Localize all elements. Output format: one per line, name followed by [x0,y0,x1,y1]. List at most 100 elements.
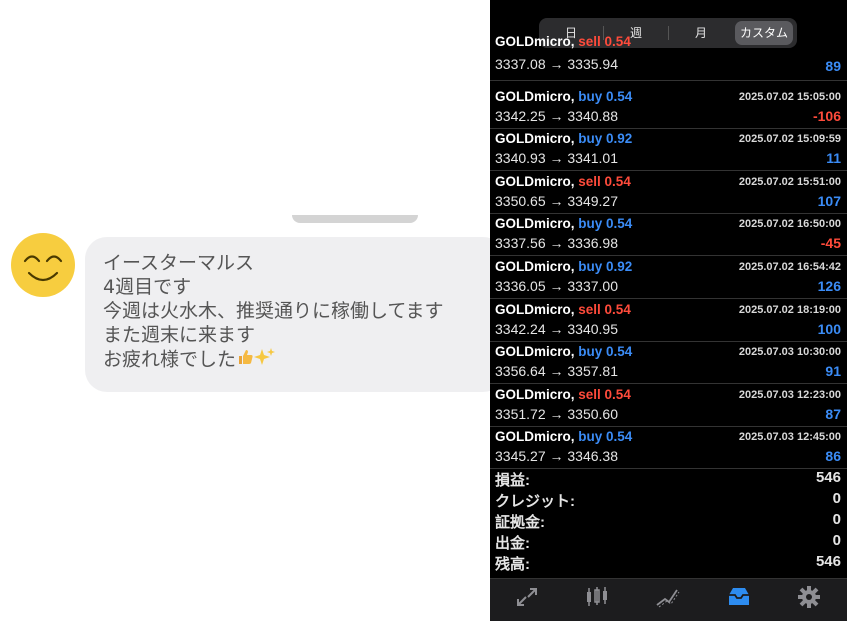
message-line: 今週は火水木、推奨通りに稼働してます [103,300,444,322]
tab-trade[interactable] [506,583,546,619]
trade-row[interactable]: GOLDmicro, buy 0.54 2025.07.03 10:30:00 33… [490,341,847,385]
summary-label: 出金: [495,535,530,552]
trade-time: 2025.07.02 16:50:00 [738,218,841,231]
quoted-message-bar [292,215,418,223]
trade-symbol: GOLDmicro, [495,344,575,360]
trade-time: 2025.07.02 15:51:00 [738,175,841,188]
summary-row: 残高: 546 [490,552,847,573]
trade-prices: 3337.56 → 3336.98 [495,235,618,252]
settings-icon [798,586,820,608]
trade-prices: 3342.25 → 3340.88 [495,107,618,124]
trade-time: 2025.07.03 12:45:00 [738,431,841,444]
sparkles-icon [254,347,276,373]
trade-row[interactable]: GOLDmicro, buy 0.92 2025.07.02 15:09:59 33… [490,128,847,172]
trade-side-lots: sell 0.54 [578,301,631,317]
trade-row[interactable]: GOLDmicro, sell 0.54 2025.07.03 12:23:00 3… [490,384,847,427]
trade-time: 2025.07.02 15:09:59 [738,133,841,146]
trade-row[interactable]: GOLDmicro, buy 0.54 2025.07.03 12:45:00 33… [490,426,847,470]
trade-time: 2025.07.02 16:54:42 [738,261,841,273]
trade-profit: 91 [825,363,841,380]
summary-row: 証拠金: 0 [490,510,847,531]
summary-label: 損益: [495,472,530,489]
message-text: イースターマルス 4週目です 今週は火水木、推奨通りに稼働してます また週末に来… [103,251,443,371]
trade-title: GOLDmicro, sell 0.54 [495,174,631,189]
trade-side-lots: buy 0.92 [578,259,633,274]
summary-value: 0 [832,532,841,549]
message-line: イースターマルス [103,252,255,274]
trade-profit: 126 [817,278,841,294]
trade-title: GOLDmicro, sell 0.54 [495,34,631,49]
trade-symbol: GOLDmicro, [495,173,575,189]
summary-value: 546 [815,469,841,486]
trade-profit: 87 [825,405,841,422]
summary-label: 残高: [495,556,530,573]
trade-time: 2025.07.02 15:05:00 [738,90,841,103]
trade-profit: -45 [820,235,841,252]
message-line-text: お疲れ様でした [103,348,237,371]
trade-prices: 3356.64 → 3357.81 [495,363,618,380]
trade-prices: 3337.08 → 3335.94 [495,56,618,72]
trade-symbol: GOLDmicro, [495,386,575,402]
trade-title: GOLDmicro, buy 0.92 [495,131,632,146]
tab-history[interactable] [718,583,758,619]
trade-title: GOLDmicro, buy 0.92 [495,259,632,274]
trade-side-lots: sell 0.54 [578,34,631,49]
trade-profit: 100 [817,320,841,337]
tab-settings[interactable] [788,583,828,619]
trade-prices: 3350.65 → 3349.27 [495,192,618,209]
trade-title: GOLDmicro, buy 0.54 [495,429,632,444]
trade-title: GOLDmicro, sell 0.54 [495,302,631,317]
trade-symbol: GOLDmicro, [495,34,575,49]
message-line: 4週目です [103,276,192,298]
trade-profit: 11 [826,150,841,167]
summary-label: 証拠金: [495,514,545,531]
trade-time: 2025.07.02 18:19:00 [738,303,841,316]
trade-row[interactable]: GOLDmicro, buy 0.92 2025.07.02 16:54:42 33… [490,256,847,299]
trading-app-screen: 日 週 月 カスタム GOLDmicro, sell 0.54 3337.08 →… [490,0,847,621]
trade-side-lots: buy 0.54 [578,429,633,445]
trade-row[interactable]: GOLDmicro, buy 0.54 2025.07.02 16:50:00 33… [490,213,847,257]
trade-row[interactable]: GOLDmicro, sell 0.54 3337.08 → 3335.94 89 [490,34,847,81]
chart-icon [587,587,607,606]
account-summary: 損益: 546 クレジット: 0 証拠金: 0 出金: 0 残高: 546 [490,468,847,573]
trade-title: GOLDmicro, buy 0.54 [495,216,632,231]
summary-value: 0 [832,511,841,528]
trade-title: GOLDmicro, buy 0.54 [495,89,632,104]
thumbs-up-icon [236,348,254,372]
summary-row: 出金: 0 [490,531,847,552]
trade-symbol: GOLDmicro, [495,131,575,147]
trade-row[interactable]: GOLDmicro, sell 0.54 2025.07.02 18:19:00 3… [490,299,847,342]
trade-prices: 3336.05 → 3337.00 [495,278,618,294]
trade-profit: 107 [817,192,841,209]
trade-side-lots: buy 0.92 [578,131,633,147]
avatar[interactable] [11,233,75,297]
trade-profit: 89 [825,58,841,74]
trade-row[interactable]: GOLDmicro, buy 0.54 2025.07.02 15:05:00 33… [490,86,847,129]
trade-time: 2025.07.03 10:30:00 [738,346,841,359]
trade-symbol: GOLDmicro, [495,259,575,274]
summary-value: 546 [815,553,841,570]
trade-profit: -106 [812,107,841,124]
trade-side-lots: sell 0.54 [578,173,631,189]
trade-profit: 86 [825,448,841,465]
trade-symbol: GOLDmicro, [495,216,575,232]
trade-row[interactable]: GOLDmicro, sell 0.54 2025.07.02 15:51:00 3… [490,171,847,214]
trade-side-lots: sell 0.54 [578,386,631,402]
message-line: また週末に来ます [103,324,256,346]
history-icon [729,588,749,605]
trade-title: GOLDmicro, sell 0.54 [495,387,631,402]
trade-prices: 3351.72 → 3350.60 [495,405,618,422]
trade-symbol: GOLDmicro, [495,429,575,445]
summary-label: クレジット: [495,493,575,510]
trade-prices: 3342.24 → 3340.95 [495,320,618,337]
summary-row: クレジット: 0 [490,489,847,510]
trade-side-lots: buy 0.54 [578,88,633,104]
summary-row: 損益: 546 [490,468,847,489]
tab-chart[interactable] [576,583,616,619]
trade-symbol: GOLDmicro, [495,88,575,104]
trade-prices: 3345.27 → 3346.38 [495,448,618,465]
trade-side-lots: buy 0.54 [578,216,633,232]
trade-title: GOLDmicro, buy 0.54 [495,344,632,359]
tab-trend[interactable] [646,583,686,619]
trade-prices: 3340.93 → 3341.01 [495,150,618,167]
